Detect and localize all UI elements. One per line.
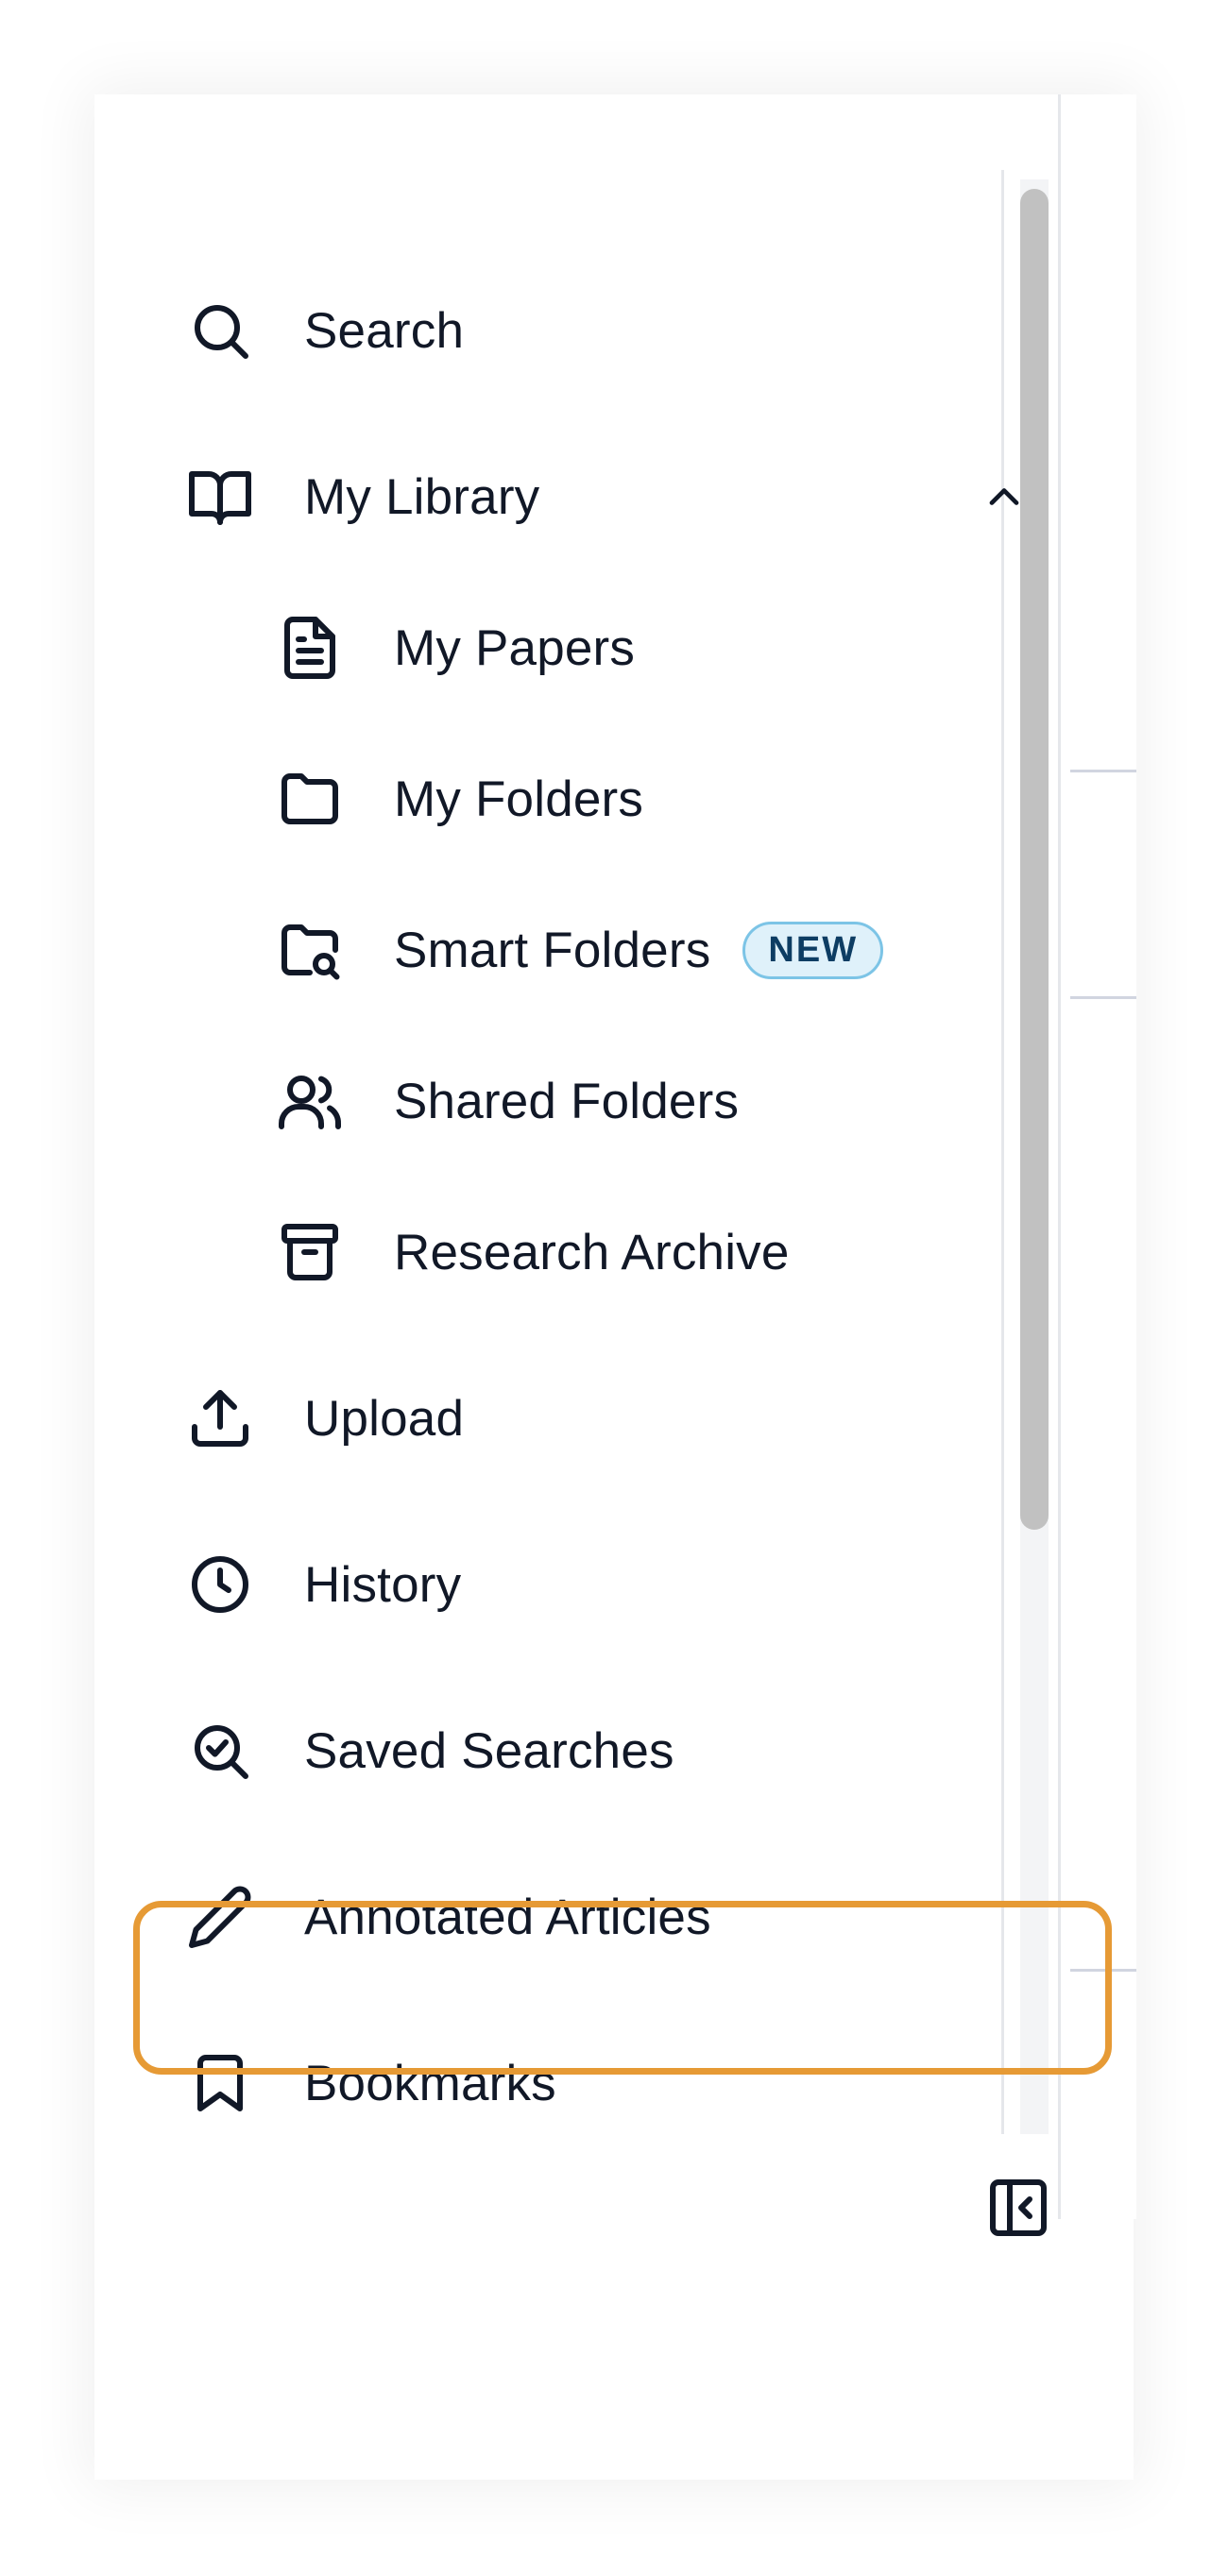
nav-item-label: Smart Folders [394,922,711,978]
nav-item-label: Search [304,302,465,359]
sidebar-nav-list: Search My Library My Papers My Folders S… [94,170,1019,2134]
document-icon [274,612,346,684]
search-check-icon [184,1715,256,1787]
content-divider [1070,996,1136,999]
nav-item-shared-folders[interactable]: Shared Folders [274,1054,739,1148]
nav-item-label: My Papers [394,619,636,676]
sidebar-scrollbar[interactable] [1020,179,1049,2134]
nav-item-research-archive[interactable]: Research Archive [274,1205,790,1299]
nav-item-history[interactable]: History [184,1537,461,1632]
search-icon [184,295,256,366]
nav-item-label: Upload [304,1390,465,1447]
clock-icon [184,1549,256,1620]
folder-icon [274,763,346,835]
nav-item-my-papers[interactable]: My Papers [274,601,635,695]
nav-item-label: My Library [304,468,540,525]
nav-item-smart-folders[interactable]: Smart Folders NEW [274,903,884,997]
nav-item-my-library[interactable]: My Library [184,449,1053,544]
content-divider [1070,770,1136,772]
nav-item-search[interactable]: Search [184,283,464,378]
scrollbar-thumb[interactable] [1020,189,1049,1530]
new-badge: NEW [742,921,884,979]
users-icon [274,1065,346,1137]
nav-item-saved-searches[interactable]: Saved Searches [184,1703,674,1798]
sidebar-collapse-icon [990,2179,1047,2236]
folder-search-icon [274,914,346,986]
nav-item-upload[interactable]: Upload [184,1371,464,1466]
nav-item-label: History [304,1556,462,1613]
nav-item-label: Saved Searches [304,1722,674,1779]
upload-icon [184,1382,256,1454]
nav-item-label: Research Archive [394,1224,790,1280]
nav-item-label: My Folders [394,771,644,827]
nav-item-my-folders[interactable]: My Folders [274,752,643,846]
nav-item-label: Shared Folders [394,1073,740,1129]
archive-icon [274,1216,346,1288]
book-open-icon [184,461,256,533]
bookmarks-highlight [133,1901,1112,2075]
collapse-sidebar-button[interactable] [982,2172,1054,2244]
